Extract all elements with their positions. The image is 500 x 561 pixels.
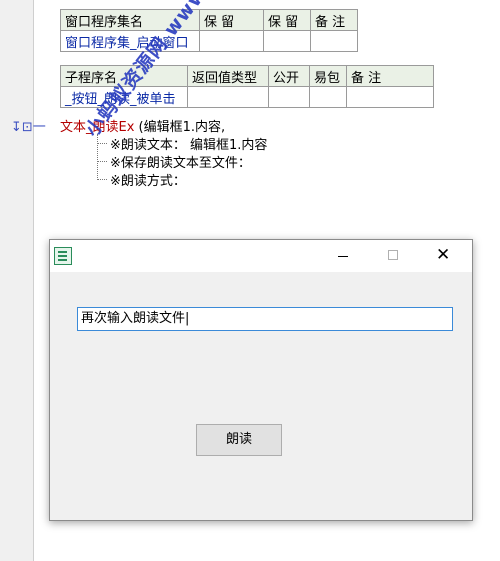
table-cell[interactable] [346,86,434,108]
param-line: ※朗读文本： 编辑框1.内容 [110,138,268,153]
table-header: 保 留 [199,9,264,31]
assembly-table: 窗口程序集名 保 留 保 留 备 注 窗口程序集_启动窗口 [60,9,358,52]
table-cell[interactable] [310,30,358,52]
param-branch [97,143,107,144]
editor-gutter [0,0,33,561]
app-icon [54,247,72,265]
table-cell[interactable] [263,30,311,52]
close-button[interactable]: ✕ [422,240,468,272]
fold-marker-icon[interactable]: ↧⊡一 [11,116,46,135]
table-header: 公开 [268,65,310,87]
table-cell[interactable] [187,86,269,108]
table-header: 返回值类型 [187,65,269,87]
title-bar[interactable]: ✕ [50,240,472,272]
function-args: (编辑框1.内容, [134,120,226,135]
param-line: ※朗读方式： [110,174,186,189]
maximize-button[interactable] [370,240,416,272]
param-branch [97,179,107,180]
minimize-icon [338,256,348,257]
table-header: 保 留 [263,9,311,31]
table-header: 易包 [309,65,347,87]
table-cell[interactable] [268,86,310,108]
close-icon: ✕ [436,245,451,265]
maximize-icon [388,250,398,260]
table-header: 备 注 [310,9,358,31]
text-input[interactable] [77,307,453,331]
dialog-window: ✕ 朗读 [49,239,473,521]
table-cell[interactable] [199,30,264,52]
minimize-button[interactable] [320,240,366,272]
param-line: ※保存朗读文本至文件： [110,156,251,171]
table-header: 备 注 [346,65,434,87]
param-branch [97,161,107,162]
table-cell[interactable] [309,86,347,108]
read-aloud-button[interactable]: 朗读 [196,424,282,456]
